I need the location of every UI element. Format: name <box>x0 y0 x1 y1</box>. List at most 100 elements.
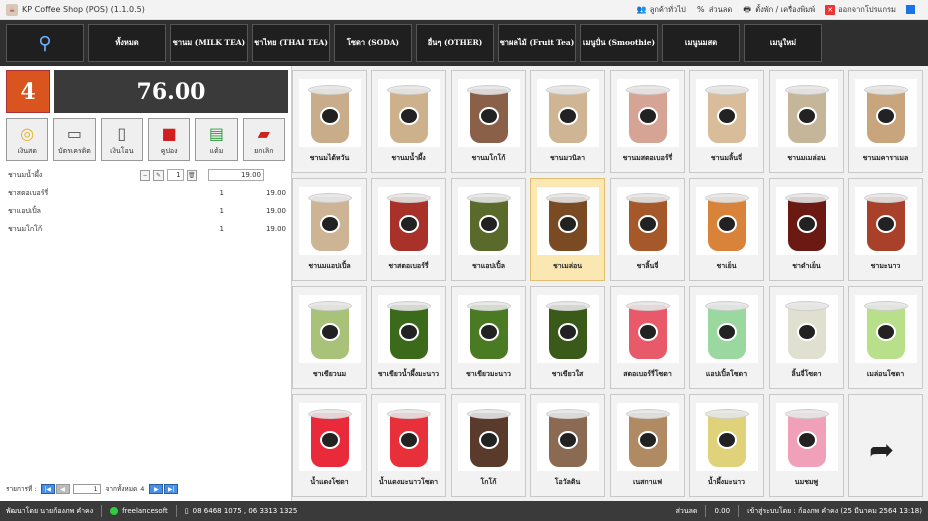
next-page-tile[interactable]: ➦ <box>848 394 923 497</box>
category-all[interactable]: ทั้งหมด <box>88 24 166 62</box>
product-tile[interactable]: โกโก้ <box>451 394 526 497</box>
order-list: ชานมน้ำผึ้ง − ✎ 1 🗑 19.00 ชาสตอเบอร์รี่ 1 19.00 ช… <box>6 166 288 238</box>
search-button[interactable]: ⚲ <box>6 24 84 62</box>
category-new-menu[interactable]: เมนูใหม่ <box>744 24 822 62</box>
cup-lid <box>785 409 829 419</box>
product-name: ชาดำเย็น <box>792 261 821 270</box>
product-tile[interactable]: ชาแอปเปิ้ล <box>451 178 526 281</box>
cup-lid <box>705 85 749 95</box>
cup-lid <box>467 301 511 311</box>
product-tile[interactable]: ชานมไต้หวัน <box>292 70 367 173</box>
brand-logo-icon <box>399 107 419 125</box>
product-name: ลิ้นจี่โซดา <box>791 369 822 378</box>
product-tile[interactable]: น้ำผึ้งมะนาว <box>689 394 764 497</box>
order-item-qty: 1 <box>219 189 224 197</box>
delete-icon[interactable]: 🗑 <box>186 169 197 181</box>
product-tile[interactable]: ชานมลิ้นจี่ <box>689 70 764 173</box>
product-image <box>617 187 679 255</box>
window-menu-button[interactable] <box>906 5 918 14</box>
product-tile[interactable]: ชาเมล่อน <box>530 178 605 281</box>
payment-button-coins[interactable]: ◎ เงินสด <box>6 118 49 161</box>
product-tile[interactable]: ชามะนาว <box>848 178 923 281</box>
payment-button-coupon[interactable]: ■ คูปอง <box>147 118 191 161</box>
product-tile[interactable]: ชาเขียวน้ำผึ้งมะนาว <box>371 286 446 389</box>
category-smoothie[interactable]: เมนูปั่น (Smoothie) <box>580 24 658 62</box>
product-tile[interactable]: ชานมน้ำผึ้ง <box>371 70 446 173</box>
payment-button-mobile[interactable]: ▯ เงินโอน <box>100 118 143 161</box>
edit-icon[interactable]: ✎ <box>153 169 164 181</box>
order-row[interactable]: ชาสตอเบอร์รี่ 1 19.00 <box>6 184 288 202</box>
cup-lid <box>387 301 431 311</box>
brand-logo-icon <box>638 215 658 233</box>
cup-lid <box>546 85 590 95</box>
order-item-price: 19.00 <box>265 225 286 233</box>
product-image <box>696 187 758 255</box>
printer-button[interactable]: 🖶 ตั้งพัก / เครื่องพิมพ์ <box>742 4 815 16</box>
product-tile[interactable]: ชาดำเย็น <box>769 178 844 281</box>
payment-button-points[interactable]: ▤ แต้ม <box>195 118 238 161</box>
category-fruit-tea[interactable]: ชาผลไม้ (Fruit Tea) <box>498 24 576 62</box>
category-fresh-milk[interactable]: เมนูนมสด <box>662 24 740 62</box>
cup-lid <box>626 409 670 419</box>
product-name: ชานมโกโก้ <box>471 153 506 162</box>
product-tile[interactable]: ชานมวนิลา <box>530 70 605 173</box>
product-tile[interactable]: ชาเขียวใส <box>530 286 605 389</box>
product-tile[interactable]: ชานมเมล่อน <box>769 70 844 173</box>
payment-label: บัตรเครดิต <box>58 147 91 155</box>
product-tile[interactable]: ชาเขียวนม <box>292 286 367 389</box>
order-row[interactable]: ชานมน้ำผึ้ง − ✎ 1 🗑 19.00 <box>6 166 288 184</box>
next-page-button[interactable]: ▶ <box>149 484 164 494</box>
prev-page-button[interactable]: ◀ <box>55 484 70 494</box>
category-thai-tea[interactable]: ชาไทย (THAI TEA) <box>252 24 330 62</box>
product-tile[interactable]: ชาสตอเบอร์รี่ <box>371 178 446 281</box>
customer-button[interactable]: 👥 ลูกค้าทั่วไป <box>637 4 686 16</box>
order-row[interactable]: ชาแอปเปิ้ล 1 19.00 <box>6 202 288 220</box>
product-tile[interactable]: น้ำแดงมะนาวโซดา <box>371 394 446 497</box>
order-row[interactable]: ชานมโกโก้ 1 19.00 <box>6 220 288 238</box>
payment-button-credit-card[interactable]: ▭ บัตรเครดิต <box>53 118 96 161</box>
row-controls: − ✎ 1 🗑 <box>140 169 200 181</box>
cup-lid <box>785 193 829 203</box>
order-item-name: ชานมน้ำผึ้ง <box>8 170 43 179</box>
product-image <box>855 295 917 363</box>
exit-button[interactable]: ✕ ออกจากโปรแกรม <box>825 4 896 16</box>
product-tile[interactable]: เมล่อนโซดา <box>848 286 923 389</box>
product-tile[interactable]: น้ำแดงโซดา <box>292 394 367 497</box>
product-tile[interactable]: ชานมโกโก้ <box>451 70 526 173</box>
cup-lid <box>626 301 670 311</box>
product-image <box>458 403 520 471</box>
product-tile[interactable]: เนสกาแฟ <box>610 394 685 497</box>
product-tile[interactable]: ชานมคาราเมล <box>848 70 923 173</box>
cup-lid <box>546 193 590 203</box>
cup-lid <box>785 301 829 311</box>
brand-logo-icon <box>479 431 499 449</box>
product-name: ชาเขียวมะนาว <box>466 369 511 378</box>
product-tile[interactable]: ลิ้นจี่โซดา <box>769 286 844 389</box>
category-other[interactable]: อื่นๆ (OTHER) <box>416 24 494 62</box>
cup-lid <box>308 85 352 95</box>
last-page-button[interactable]: ▶| <box>164 484 179 494</box>
forward-arrow-icon: ➦ <box>869 433 895 468</box>
product-tile[interactable]: นมชมพู <box>769 394 844 497</box>
product-tile[interactable]: ชานมสตอเบอร์รี่ <box>610 70 685 173</box>
product-tile[interactable]: โอวัลติน <box>530 394 605 497</box>
page-input[interactable]: 1 <box>72 484 101 494</box>
drink-cup-icon <box>705 409 749 467</box>
product-tile[interactable]: แอปเปิ้ลโซดา <box>689 286 764 389</box>
coins-icon: ◎ <box>20 123 35 143</box>
payment-button-eraser[interactable]: ▰ ยกเลิก <box>242 118 285 161</box>
minus-icon[interactable]: − <box>140 169 151 181</box>
product-tile[interactable]: ชาลิ้นจี่ <box>610 178 685 281</box>
first-page-button[interactable]: |◀ <box>40 484 55 494</box>
product-tile[interactable]: สตอเบอร์รี่โซดา <box>610 286 685 389</box>
discount-button[interactable]: % ส่วนลด <box>696 4 732 16</box>
product-image <box>299 187 361 255</box>
product-tile[interactable]: ชาเย็น <box>689 178 764 281</box>
product-tile[interactable]: ชานมแอปเปิ้ล <box>292 178 367 281</box>
qty-input[interactable]: 1 <box>166 169 184 181</box>
drink-cup-icon <box>546 301 590 359</box>
category-milk-tea[interactable]: ชานม (MILK TEA) <box>170 24 248 62</box>
product-tile[interactable]: ชาเขียวมะนาว <box>451 286 526 389</box>
category-soda[interactable]: โซดา (SODA) <box>334 24 412 62</box>
total-display: 76.00 <box>54 70 288 113</box>
